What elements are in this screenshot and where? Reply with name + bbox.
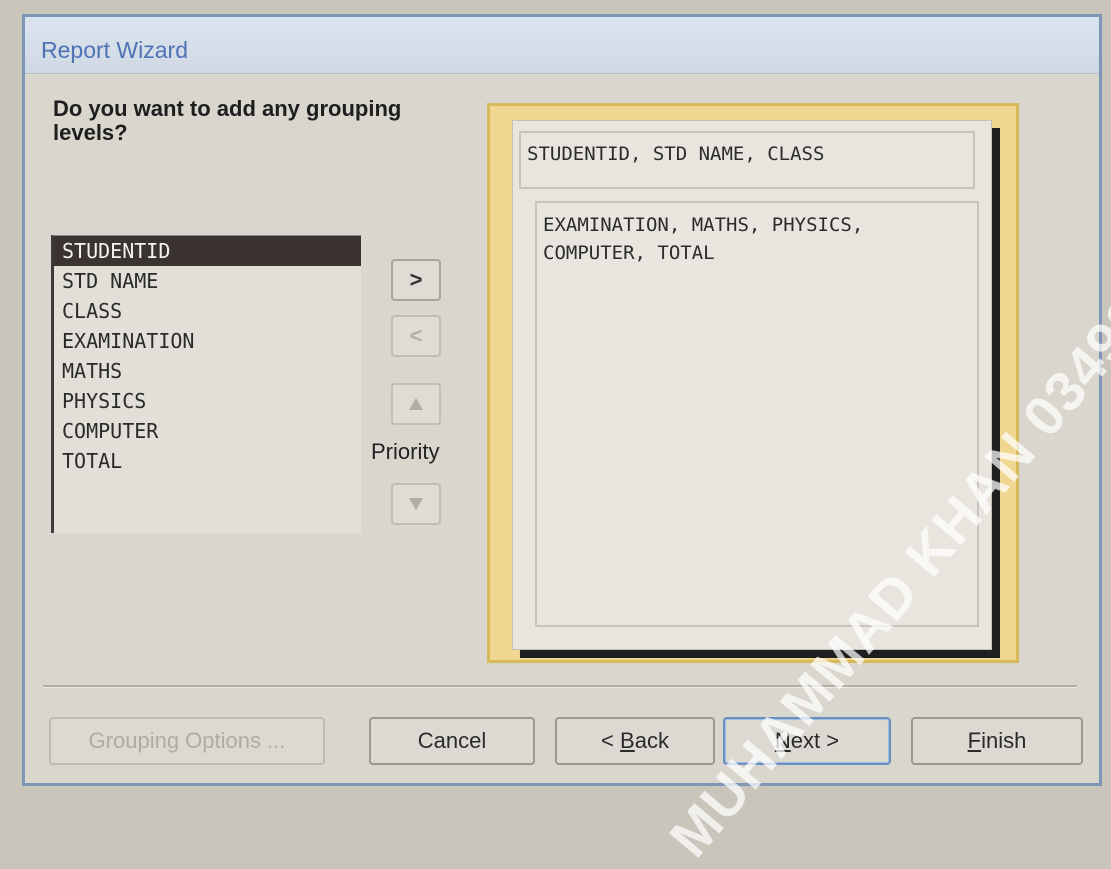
down-arrow-icon (409, 498, 423, 510)
field-item-examination[interactable]: EXAMINATION (54, 326, 361, 356)
up-arrow-icon (409, 398, 423, 410)
title-bar: Report Wizard (25, 17, 1099, 74)
field-item-class[interactable]: CLASS (54, 296, 361, 326)
priority-up-button[interactable] (391, 383, 441, 425)
available-fields-list[interactable]: STUDENTID STD NAME CLASS EXAMINATION MAT… (51, 235, 361, 533)
finish-accel: F (967, 728, 982, 753)
back-rest: ack (634, 728, 669, 753)
field-item-physics[interactable]: PHYSICS (54, 386, 361, 416)
add-grouping-button[interactable]: > (391, 259, 441, 301)
separator-line (43, 685, 1077, 688)
field-item-maths[interactable]: MATHS (54, 356, 361, 386)
priority-down-button[interactable] (391, 483, 441, 525)
wizard-question: Do you want to add any grouping levels? (53, 96, 402, 145)
finish-rest: inish (981, 728, 1027, 753)
field-item-std-name[interactable]: STD NAME (54, 266, 361, 296)
detail-line: EXAMINATION, MATHS, PHYSICS, (543, 214, 864, 236)
detail-line: COMPUTER, TOTAL (543, 242, 715, 264)
back-prefix: < (601, 728, 621, 753)
group-header-box: STUDENTID, STD NAME, CLASS (519, 131, 975, 189)
window-title: Report Wizard (41, 37, 188, 63)
finish-button[interactable]: Finish (911, 717, 1083, 765)
priority-label: Priority (371, 439, 440, 464)
back-accel: B (620, 728, 635, 753)
remove-grouping-button[interactable]: < (391, 315, 441, 357)
grouping-options-button[interactable]: Grouping Options ... (49, 717, 325, 765)
field-item-total[interactable]: TOTAL (54, 446, 361, 476)
cancel-button[interactable]: Cancel (369, 717, 535, 765)
field-item-studentid[interactable]: STUDENTID (54, 236, 361, 266)
back-button[interactable]: < Back (555, 717, 715, 765)
field-item-computer[interactable]: COMPUTER (54, 416, 361, 446)
report-wizard-window: Report Wizard Do you want to add any gro… (22, 14, 1102, 786)
